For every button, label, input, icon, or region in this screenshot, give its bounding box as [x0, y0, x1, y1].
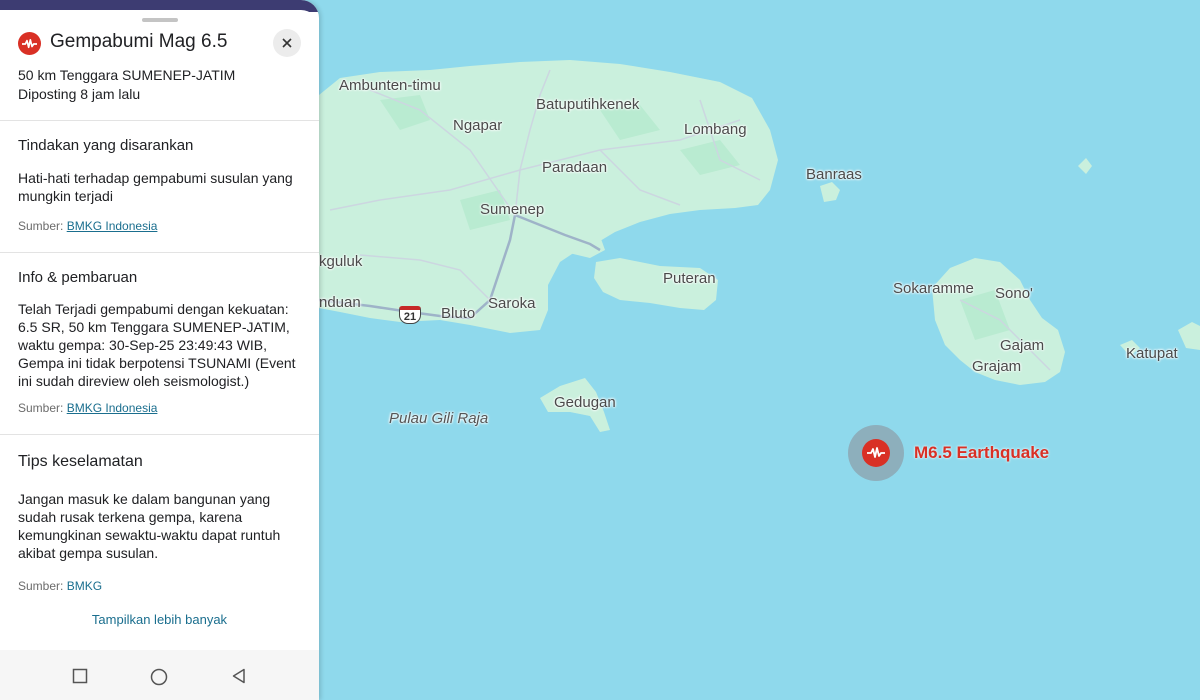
back-triangle-icon [232, 668, 245, 684]
source-prefix: Sumber: [18, 579, 67, 593]
source-link-bmkg[interactable]: BMKG Indonesia [67, 219, 158, 233]
close-icon [282, 38, 292, 48]
place-label-grajam: Grajam [972, 358, 1022, 375]
source-line: Sumber: BMKG Indonesia [18, 401, 157, 415]
earthquake-map-label[interactable]: M6.5 Earthquake [914, 443, 1049, 463]
posted-time: Diposting 8 jam lalu [18, 86, 141, 102]
panel-sheet: Gempabumi Mag 6.5 50 km Tenggara SUMENEP… [0, 10, 319, 700]
section-body-info: Telah Terjadi gempabumi dengan kekuatan:… [18, 301, 296, 389]
location-text: 50 km Tenggara SUMENEP-JATIM [18, 67, 236, 83]
place-label-kguluk: kguluk [319, 253, 363, 270]
home-button[interactable] [150, 668, 168, 691]
place-label-lombang: Lombang [684, 121, 747, 138]
close-button[interactable] [273, 29, 301, 57]
place-label-bluto: Bluto [441, 305, 476, 322]
place-label-puteran: Puteran [663, 270, 716, 287]
recents-button[interactable] [72, 668, 88, 689]
seismic-alert-icon [18, 32, 41, 55]
section-heading-tips: Tips keselamatan [18, 453, 143, 470]
earthquake-marker[interactable] [848, 425, 904, 481]
place-label-sono: Sono' [995, 285, 1033, 302]
place-label-ngapar: Ngapar [453, 117, 503, 134]
source-link-bmkg[interactable]: BMKG Indonesia [67, 401, 158, 415]
place-label-gedugan: Gedugan [554, 394, 616, 411]
section-body-actions: Hati-hati terhadap gempabumi susulan yan… [18, 170, 293, 204]
divider [0, 434, 319, 435]
place-label-pulau-gili-raja: Pulau Gili Raja [389, 410, 489, 427]
place-label-sumenep: Sumenep [480, 201, 545, 218]
place-label-nduan: nduan [319, 294, 361, 311]
divider [0, 120, 319, 121]
place-label-saroka: Saroka [488, 295, 536, 312]
source-line: Sumber: BMKG Indonesia [18, 219, 157, 233]
show-more-button[interactable]: Tampilkan lebih banyak [0, 612, 319, 627]
panel-title: Gempabumi Mag 6.5 [50, 31, 228, 52]
source-line: Sumber: BMKG [18, 579, 102, 593]
place-label-batuputihkenek: Batuputihkenek [536, 96, 640, 113]
back-button[interactable] [231, 668, 247, 689]
source-link-bmkg[interactable]: BMKG [67, 579, 102, 593]
home-circle-icon [150, 668, 168, 686]
source-prefix: Sumber: [18, 219, 67, 233]
source-prefix: Sumber: [18, 401, 67, 415]
place-label-sokaramme: Sokaramme [893, 280, 974, 297]
place-label-paradaan: Paradaan [542, 159, 608, 176]
place-label-banraas: Banraas [806, 166, 862, 183]
road-shield-21: 21 [399, 306, 421, 324]
divider [0, 252, 319, 253]
recents-square-icon [72, 668, 88, 684]
earthquake-info-panel: Gempabumi Mag 6.5 50 km Tenggara SUMENEP… [0, 0, 319, 700]
drag-handle[interactable] [142, 18, 178, 22]
seismic-marker-icon [862, 439, 890, 467]
section-heading-actions: Tindakan yang disarankan [18, 137, 194, 154]
section-body-tips: Jangan masuk ke dalam bangunan yang suda… [18, 491, 281, 561]
android-nav-bar [0, 650, 319, 700]
place-label-ambunten-timu: Ambunten-timu [339, 77, 441, 94]
section-heading-info: Info & pembaruan [18, 269, 138, 286]
place-label-gajam: Gajam [1000, 337, 1045, 354]
place-label-katupat: Katupat [1126, 345, 1178, 362]
